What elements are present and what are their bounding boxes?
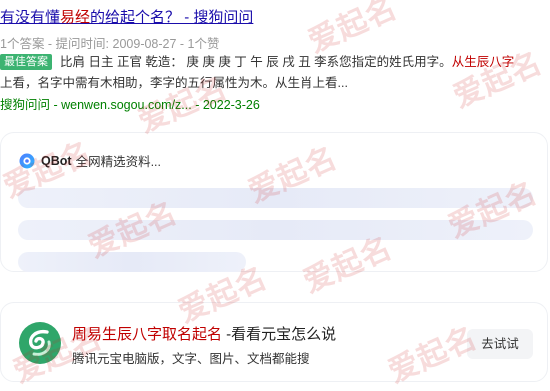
qbot-logo-icon: [19, 153, 35, 168]
try-button[interactable]: 去试试: [467, 329, 533, 359]
qbot-name: QBot: [41, 153, 72, 168]
title-text-post[interactable]: 的给起个名？ - 搜狗问问: [90, 9, 253, 26]
result-title-link[interactable]: 有没有懂易经的给起个名？ - 搜狗问问: [0, 6, 253, 27]
ad-title[interactable]: 周易生辰八字取名起名 -看看元宝怎么说: [72, 323, 336, 344]
ad-title-brand[interactable]: 周易生辰八字取名起名: [72, 326, 222, 343]
qbot-header: QBot 全网精选资料...: [18, 151, 161, 170]
snippet-highlight: 从生辰八字: [451, 55, 515, 69]
result-source-link[interactable]: 搜狗问问 - wenwen.sogou.com/z... - 2022-3-26: [0, 94, 260, 113]
ad-card[interactable]: 周易生辰八字取名起名 -看看元宝怎么说 腾讯元宝电脑版，文字、图片、文档都能搜 …: [0, 302, 548, 382]
result-meta: 1个答案 - 提问时间: 2009-08-27 - 1个赞: [0, 37, 220, 51]
qbot-status: 全网精选资料...: [75, 155, 161, 169]
title-text-pre[interactable]: 有没有懂: [0, 9, 60, 26]
loading-skeleton-line: [18, 188, 533, 208]
best-answer-badge: 最佳答案: [0, 54, 52, 70]
snippet-text-1: 比肩 日主 正官 乾造： 庚 庚 庚 丁 午 辰 戌 丑 李系您指定的姓氏用字。: [60, 55, 452, 69]
ad-title-rest[interactable]: -看看元宝怎么说: [222, 326, 336, 343]
result-snippet: 最佳答案 比肩 日主 正官 乾造： 庚 庚 庚 丁 午 辰 戌 丑 李系您指定的姓…: [0, 52, 548, 94]
title-text-highlight[interactable]: 易经: [60, 9, 90, 26]
ad-subtitle: 腾讯元宝电脑版，文字、图片、文档都能搜: [72, 352, 310, 366]
snippet-text-2: 上看，名字中需有木相助，李字的五行属性为木。从生肖上看...: [0, 76, 348, 90]
loading-skeleton-line: [18, 252, 246, 272]
yuanbao-logo-icon: [19, 322, 61, 364]
qbot-card: QBot 全网精选资料...: [0, 132, 548, 272]
loading-skeleton-line: [18, 220, 533, 240]
